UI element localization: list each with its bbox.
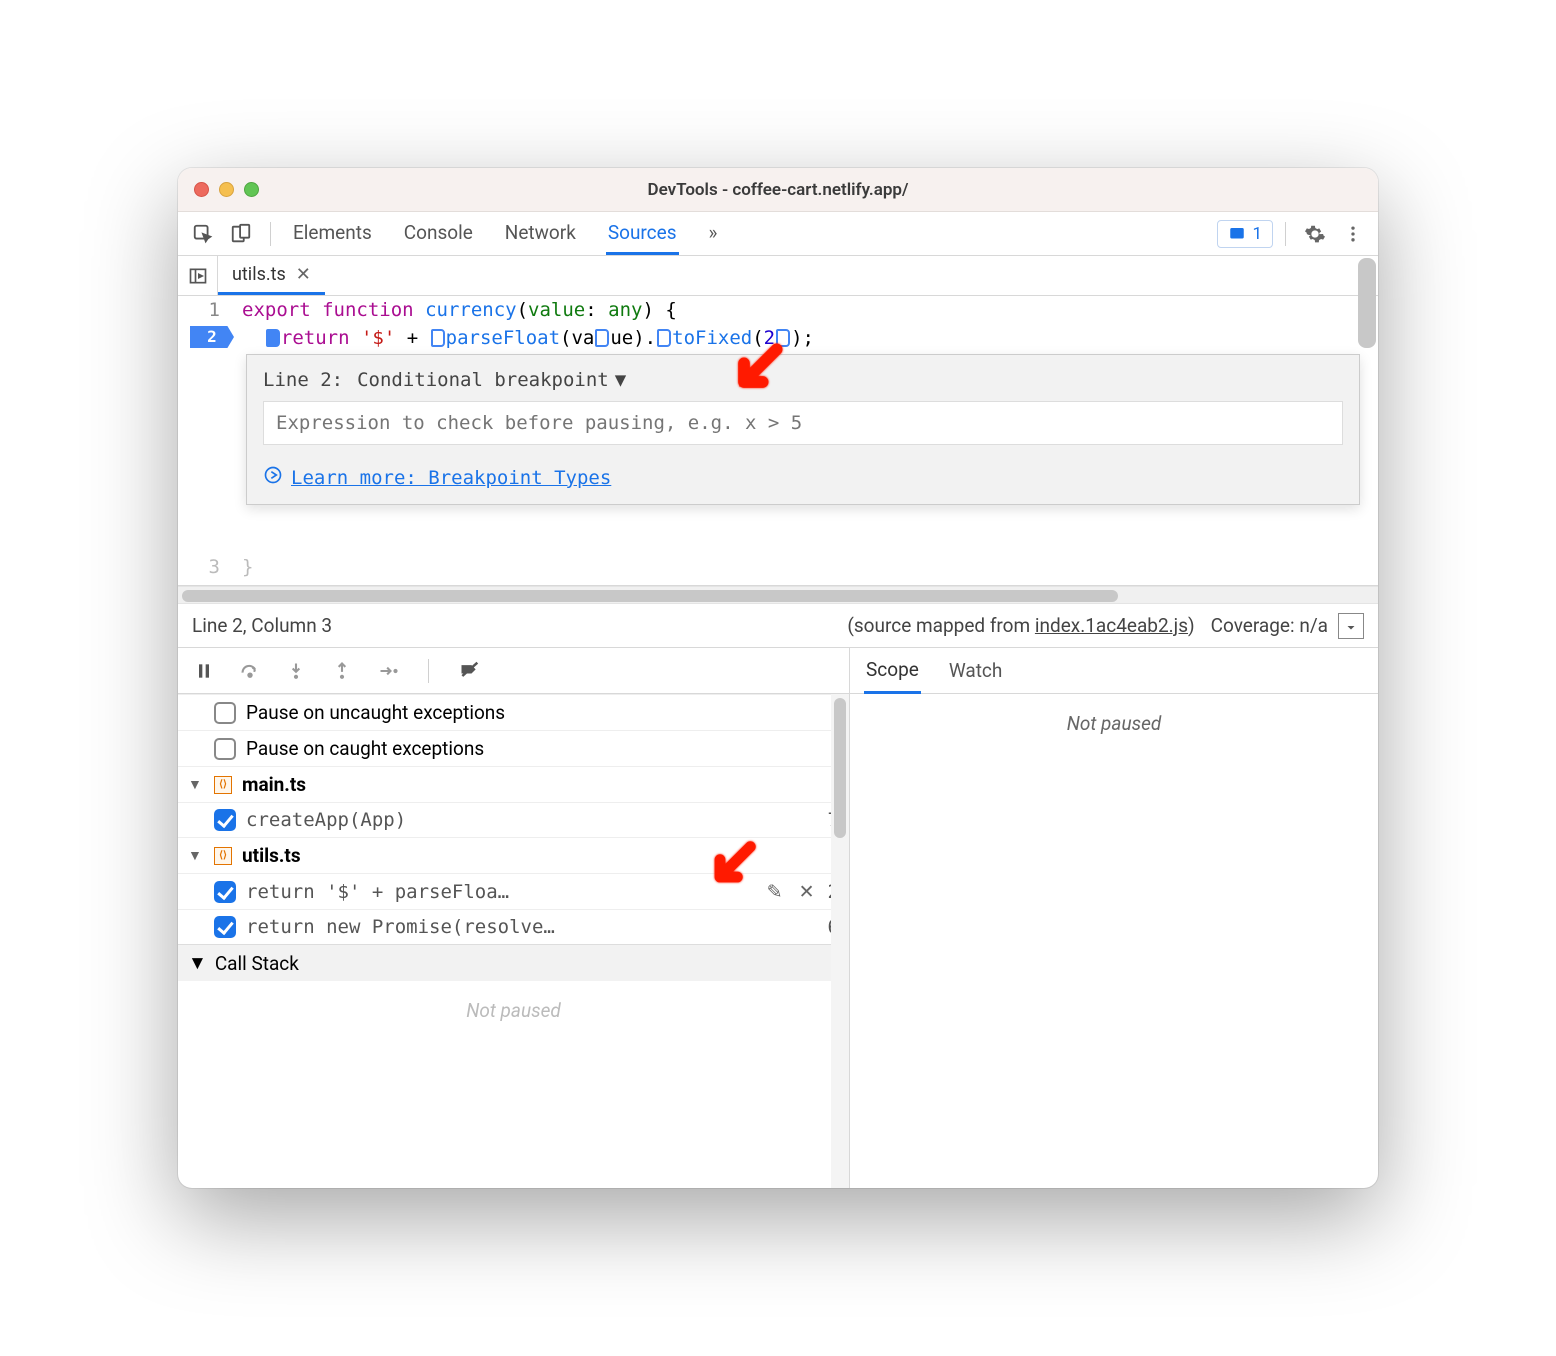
main-toolbar: Elements Console Network Sources » 1 xyxy=(178,212,1378,256)
close-file-tab-icon[interactable]: ✕ xyxy=(296,264,311,285)
breakpoint-item[interactable]: return '$' + parseFloa… ✎ ✕ 2 xyxy=(178,873,849,909)
left-pane-scrollbar[interactable] xyxy=(831,694,849,1188)
issues-count: 1 xyxy=(1252,224,1262,244)
breakpoint-checkbox[interactable] xyxy=(214,916,236,938)
code-editor[interactable]: 1 export function currency(value: any) {… xyxy=(178,296,1378,586)
window-title: DevTools - coffee-cart.netlify.app/ xyxy=(178,180,1378,200)
inline-breakpoint-icon[interactable] xyxy=(266,329,280,347)
minimize-window-button[interactable] xyxy=(219,182,234,197)
deactivate-breakpoints-icon[interactable] xyxy=(455,657,483,685)
debugger-toolbar xyxy=(178,648,849,694)
cursor-position: Line 2, Column 3 xyxy=(192,614,332,637)
remove-breakpoint-icon[interactable]: ✕ xyxy=(796,880,818,903)
traffic-lights xyxy=(194,182,259,197)
chevron-down-icon: ▼ xyxy=(188,847,204,864)
panel-tabs: Elements Console Network Sources » xyxy=(291,213,719,255)
breakpoint-item[interactable]: return new Promise(resolve… 6 xyxy=(178,909,849,944)
chevron-down-icon: ▼ xyxy=(188,776,204,793)
breakpoint-condition-input[interactable] xyxy=(263,401,1343,445)
arrow-right-circle-icon xyxy=(263,465,283,490)
checkbox-caught[interactable] xyxy=(214,738,236,760)
breakpoint-item[interactable]: createApp(App) 7 xyxy=(178,802,849,837)
step-out-icon[interactable] xyxy=(328,657,356,685)
popup-line-label: Line 2: xyxy=(263,369,343,391)
file-tab-bar: utils.ts ✕ xyxy=(178,256,1378,296)
breakpoint-type-dropdown[interactable]: Conditional breakpoint ▼ xyxy=(357,369,626,391)
inspect-element-icon[interactable] xyxy=(186,217,220,251)
pause-caught-row[interactable]: Pause on caught exceptions xyxy=(178,730,849,766)
pause-uncaught-row[interactable]: Pause on uncaught exceptions xyxy=(178,694,849,730)
chevron-down-icon: ▼ xyxy=(615,369,626,391)
horizontal-scrollbar[interactable] xyxy=(178,586,1378,604)
conditional-breakpoint-popup: Line 2: Conditional breakpoint ▼ Learn m… xyxy=(246,354,1360,505)
step-into-icon[interactable] xyxy=(282,657,310,685)
annotation-arrow-icon xyxy=(707,838,759,895)
breakpoint-checkbox[interactable] xyxy=(214,809,236,831)
scope-status: Not paused xyxy=(850,694,1378,753)
tab-elements[interactable]: Elements xyxy=(291,213,374,255)
chevron-down-icon: ▼ xyxy=(188,951,207,975)
inline-breakpoint-icon[interactable] xyxy=(595,329,609,347)
show-bottom-panel-icon[interactable] xyxy=(1338,613,1364,639)
file-tab-label: utils.ts xyxy=(232,264,286,285)
breakpoints-list: Pause on uncaught exceptions Pause on ca… xyxy=(178,694,849,1188)
kebab-menu-icon[interactable] xyxy=(1336,217,1370,251)
pause-icon[interactable] xyxy=(190,657,218,685)
code-line-2: return '$' + parseFloat(vaue).toFixed(2)… xyxy=(228,324,814,352)
devtools-window: DevTools - coffee-cart.netlify.app/ Elem… xyxy=(178,168,1378,1188)
ts-file-icon: ⟨⟩ xyxy=(214,847,232,865)
code-line-1: export function currency(value: any) { xyxy=(228,296,677,324)
call-stack-status: Not paused xyxy=(178,981,849,1040)
right-pane-tabs: Scope Watch xyxy=(850,648,1378,694)
tabs-overflow-button[interactable]: » xyxy=(707,213,720,255)
code-line-3: } xyxy=(228,553,253,581)
line-number-1[interactable]: 1 xyxy=(178,296,228,324)
file-tab-utils[interactable]: utils.ts ✕ xyxy=(218,256,325,295)
step-over-icon[interactable] xyxy=(236,657,264,685)
settings-icon[interactable] xyxy=(1298,217,1332,251)
learn-more-link[interactable]: Learn more: Breakpoint Types xyxy=(291,467,611,489)
source-map-link[interactable]: index.1ac4eab2.js xyxy=(1035,614,1188,637)
inline-breakpoint-icon[interactable] xyxy=(431,329,445,347)
source-map-info: (source mapped from index.1ac4eab2.js) xyxy=(847,614,1194,637)
checkbox-uncaught[interactable] xyxy=(214,702,236,724)
close-window-button[interactable] xyxy=(194,182,209,197)
edit-breakpoint-icon[interactable]: ✎ xyxy=(764,880,786,903)
call-stack-header[interactable]: ▼ Call Stack xyxy=(178,944,849,981)
tab-sources[interactable]: Sources xyxy=(606,213,679,255)
breakpoint-checkbox[interactable] xyxy=(214,881,236,903)
debugger-panel: Pause on uncaught exceptions Pause on ca… xyxy=(178,648,1378,1188)
breakpoints-pane: Pause on uncaught exceptions Pause on ca… xyxy=(178,648,850,1188)
tab-scope[interactable]: Scope xyxy=(864,648,921,694)
scope-watch-pane: Scope Watch Not paused xyxy=(850,648,1378,1188)
breakpoint-marker[interactable]: 2 xyxy=(190,326,234,348)
titlebar: DevTools - coffee-cart.netlify.app/ xyxy=(178,168,1378,212)
tab-console[interactable]: Console xyxy=(402,213,475,255)
coverage-info: Coverage: n/a xyxy=(1211,614,1328,637)
inline-breakpoint-icon[interactable] xyxy=(657,329,671,347)
step-icon[interactable] xyxy=(374,657,402,685)
navigator-toggle-icon[interactable] xyxy=(178,256,218,295)
breakpoint-file-main[interactable]: ▼ ⟨⟩ main.ts xyxy=(178,766,849,802)
annotation-arrow-icon xyxy=(730,340,786,401)
device-toolbar-icon[interactable] xyxy=(224,217,258,251)
editor-status-bar: Line 2, Column 3 (source mapped from ind… xyxy=(178,604,1378,648)
line-number-3[interactable]: 3 xyxy=(178,553,228,581)
ts-file-icon: ⟨⟩ xyxy=(214,776,232,794)
tab-network[interactable]: Network xyxy=(503,213,578,255)
tab-watch[interactable]: Watch xyxy=(947,649,1005,692)
maximize-window-button[interactable] xyxy=(244,182,259,197)
issues-button[interactable]: 1 xyxy=(1217,220,1273,248)
